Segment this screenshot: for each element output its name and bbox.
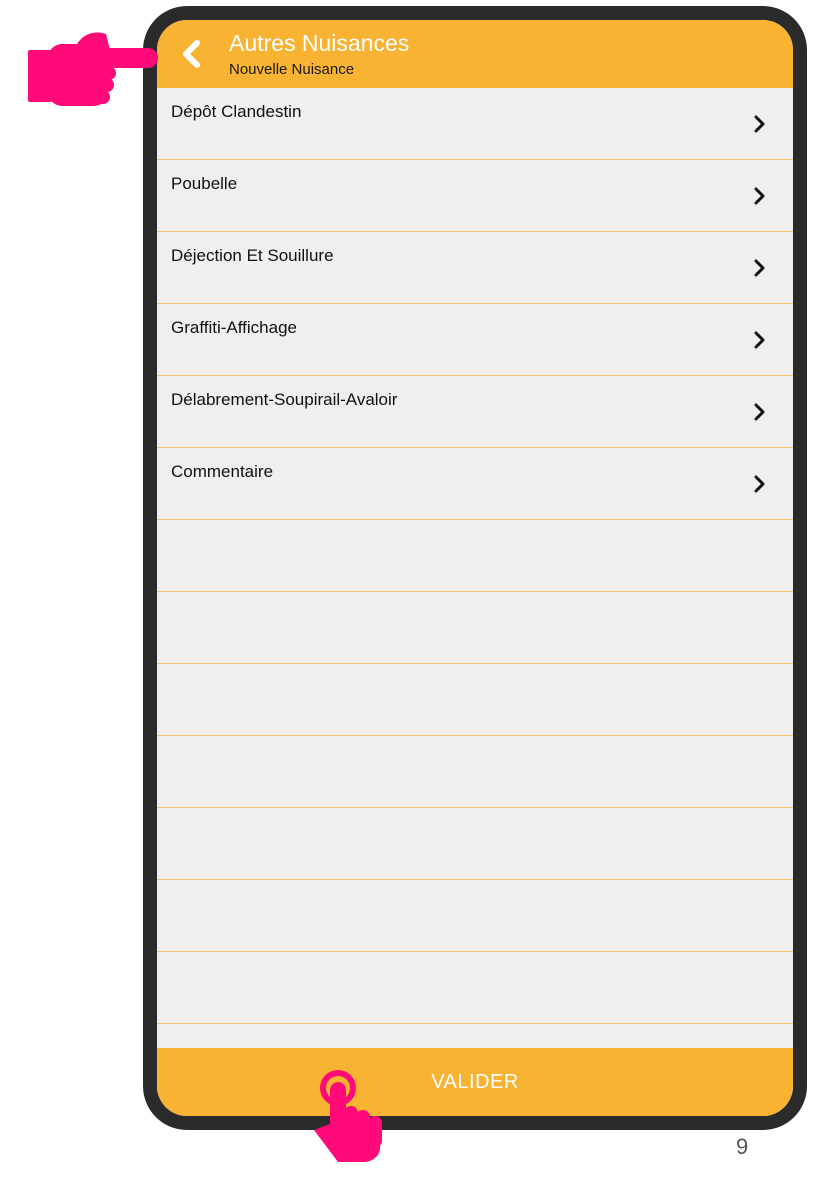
list-item[interactable]: Dépôt Clandestin	[157, 88, 793, 160]
list-item-label: Commentaire	[171, 462, 274, 481]
empty-list-row	[157, 880, 793, 952]
list-item-label: Déjection Et Souillure	[171, 246, 334, 265]
chevron-right-icon	[754, 115, 765, 133]
validate-button[interactable]: VALIDER	[157, 1048, 793, 1116]
page-number: 9	[736, 1134, 749, 1159]
list-item[interactable]: Délabrement-Soupirail-Avaloir	[157, 376, 793, 448]
list-item-label: Dépôt Clandestin	[171, 102, 302, 121]
back-button[interactable]	[171, 32, 211, 76]
chevron-right-icon	[754, 187, 765, 205]
page-title: Autres Nuisances	[229, 30, 410, 56]
nuisance-list: Dépôt Clandestin Poubelle Déjection Et Sou…	[157, 88, 793, 1096]
list-item-label: Poubelle	[171, 174, 238, 193]
app-screen: Autres Nuisances Nouvelle Nuisance Dépôt…	[157, 20, 793, 1116]
empty-list-row	[157, 952, 793, 1024]
empty-list-row	[157, 808, 793, 880]
header-bar: Autres Nuisances Nouvelle Nuisance	[157, 20, 793, 88]
empty-list-row	[157, 664, 793, 736]
chevron-left-icon	[183, 40, 200, 68]
list-item[interactable]: Poubelle	[157, 160, 793, 232]
list-item[interactable]: Graffiti-Affichage	[157, 304, 793, 376]
validate-button-label: VALIDER	[431, 1070, 519, 1093]
chevron-right-icon	[754, 403, 765, 421]
list-item[interactable]: Commentaire	[157, 448, 793, 520]
empty-list-row	[157, 592, 793, 664]
page-subtitle: Nouvelle Nuisance	[229, 61, 355, 78]
chevron-right-icon	[754, 259, 765, 277]
tap-hand-icon	[314, 1070, 382, 1162]
empty-list-row	[157, 520, 793, 592]
chevron-right-icon	[754, 475, 765, 493]
chevron-right-icon	[754, 331, 765, 349]
list-item-label: Graffiti-Affichage	[171, 318, 297, 337]
pointing-hand-icon	[28, 32, 158, 106]
list-item[interactable]: Déjection Et Souillure	[157, 232, 793, 304]
list-item-label: Délabrement-Soupirail-Avaloir	[171, 390, 398, 409]
empty-list-row	[157, 736, 793, 808]
